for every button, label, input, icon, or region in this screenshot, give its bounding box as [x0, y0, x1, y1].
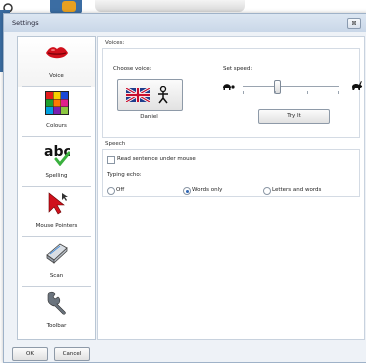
typing-echo-words-label: Words only [192, 187, 223, 193]
try-it-button[interactable]: Try It [258, 109, 330, 124]
sidebar-item-scan[interactable]: Scan [18, 237, 95, 287]
mouse-pointer-icon [48, 192, 68, 215]
settings-dialog: Settings ⊠ Voice Colours abc Spelling Mo… [3, 13, 366, 363]
sidebar-item-label: Scan [49, 273, 64, 279]
typing-echo-label: Typing echo: [107, 172, 142, 178]
typing-echo-off-label: Off [116, 187, 125, 193]
ok-button[interactable]: OK [12, 347, 48, 361]
sidebar-item-label: Mouse Pointers [35, 223, 78, 229]
sidebar-item-spelling[interactable]: abc Spelling [18, 137, 95, 187]
tortoise-icon [223, 84, 235, 90]
sidebar-item-voice[interactable]: Voice [18, 37, 95, 87]
uk-flag-icon [126, 88, 150, 102]
voice-name-label: Daniel [140, 114, 158, 120]
cancel-button[interactable]: Cancel [54, 347, 90, 361]
speech-section-title: Speech [105, 141, 126, 147]
sidebar-item-label: Toolbar [46, 323, 67, 329]
read-sentence-checkbox[interactable] [107, 156, 115, 164]
sidebar-item-label: Colours [46, 123, 67, 129]
window-title: Settings [12, 19, 39, 27]
voice-select-button[interactable] [117, 79, 183, 111]
typing-echo-off-radio[interactable] [107, 187, 115, 195]
background-tab [95, 0, 245, 12]
choose-voice-label: Choose voice: [113, 66, 152, 72]
speech-group: Read sentence under mouse Typing echo: O… [102, 149, 360, 197]
lips-icon [46, 47, 68, 59]
close-button[interactable]: ⊠ [347, 18, 361, 29]
sidebar-item-label: Voice [49, 73, 64, 79]
slider-tick [307, 91, 308, 94]
set-speed-label: Set speed: [223, 66, 253, 72]
title-bar: Settings ⊠ [4, 14, 366, 32]
color-palette-icon [45, 91, 69, 115]
voices-section-title: Voices: [105, 40, 125, 46]
hare-icon [352, 81, 363, 90]
read-sentence-label: Read sentence under mouse [117, 156, 196, 162]
wrench-icon [47, 291, 66, 315]
abc-check-icon: abc [44, 144, 70, 166]
background-badge [50, 0, 82, 14]
settings-panel: Voices: Choose voice: Daniel Set speed: [97, 36, 365, 340]
typing-echo-words-radio[interactable] [183, 187, 191, 195]
typing-echo-letters-radio[interactable] [263, 187, 271, 195]
slider-tick [338, 91, 339, 94]
person-icon [158, 86, 168, 104]
speed-slider-track[interactable] [243, 86, 339, 87]
slider-tick [243, 91, 244, 94]
sidebar-item-toolbar[interactable]: Toolbar [18, 287, 95, 337]
slider-tick [275, 91, 276, 94]
category-sidebar: Voice Colours abc Spelling Mouse Pointer… [17, 36, 96, 340]
sidebar-item-mouse-pointers[interactable]: Mouse Pointers [18, 187, 95, 237]
sidebar-item-colours[interactable]: Colours [18, 87, 95, 137]
typing-echo-letters-label: Letters and words [272, 187, 322, 193]
sidebar-item-label: Spelling [45, 173, 68, 179]
scanner-icon [46, 243, 68, 264]
voices-group: Choose voice: Daniel Set speed: Try It [102, 48, 363, 138]
